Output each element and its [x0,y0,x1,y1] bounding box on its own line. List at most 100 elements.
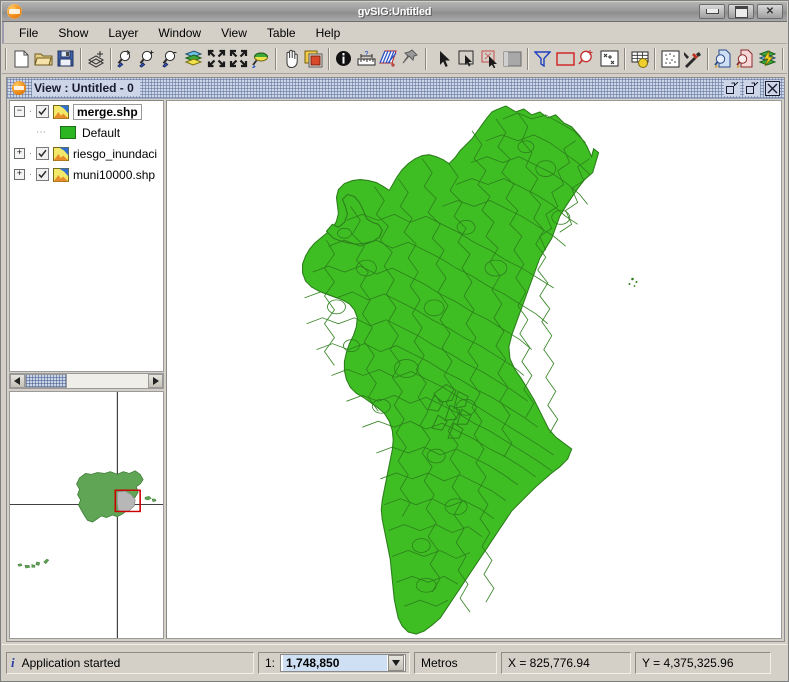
layer-name-merge[interactable]: merge.shp [73,103,142,120]
menu-window[interactable]: Window [149,24,210,42]
pan-hand-icon[interactable] [280,47,302,71]
menu-show[interactable]: Show [49,24,97,42]
zoom-layer-icon[interactable] [250,47,272,71]
os-title-bar: gvSIG:Untitled ✕ [2,2,787,22]
shapefile-layer-icon [53,104,69,119]
attribute-table-icon[interactable] [629,47,651,71]
maximize-button[interactable] [744,80,760,96]
zoom-to-selection-in-icon[interactable] [205,47,227,71]
info-icon[interactable] [333,47,355,71]
layer-visibility-checkbox-merge[interactable] [36,105,49,118]
scroll-right-arrow-icon[interactable] [148,374,163,388]
expander-riesgo[interactable]: + [14,148,25,159]
toolbar-separator [782,47,785,70]
main-toolbar: ? [2,44,787,74]
toolbar-separator [110,47,113,70]
view-window: View : Untitled - 0 − · merge.shp ⋯ Defa… [6,77,785,642]
add-point-icon[interactable] [599,47,621,71]
chevron-down-icon[interactable] [388,654,404,671]
scale-value[interactable]: 1,748,850 [283,654,387,671]
status-message: Application started [21,655,121,670]
zoom-out-icon[interactable] [160,47,182,71]
expander-merge[interactable]: − [14,106,25,117]
close-button[interactable] [764,80,780,96]
zoom-in-rect-icon[interactable] [115,47,137,71]
tree-connector: · [28,106,34,117]
save-project-icon[interactable] [55,47,77,71]
zoom-previous-icon[interactable] [227,47,249,71]
gvsig-logo-icon [7,4,22,19]
maximize-button[interactable] [728,4,754,19]
map-canvas[interactable] [166,100,782,639]
toc-horizontal-scrollbar[interactable] [9,373,164,389]
layer-properties-icon[interactable] [757,47,779,71]
map-graphic [167,101,781,638]
menu-help[interactable]: Help [307,24,350,42]
zoom-full-extent-icon[interactable] [183,47,205,71]
menu-bar: File Show Layer Window View Table Help [2,22,787,44]
symbology-row-default[interactable]: ⋯ Default [10,122,163,143]
zoom-in-icon[interactable] [138,47,160,71]
svg-text:?: ? [364,51,368,58]
view-window-title-bar[interactable]: View : Untitled - 0 [7,78,784,99]
select-by-point-icon[interactable] [456,47,478,71]
measure-area-icon[interactable] [377,47,399,71]
status-message-cell: i Application started [6,651,254,674]
open-project-icon[interactable] [32,47,54,71]
info-icon: i [11,654,15,670]
scale-combobox[interactable]: 1,748,850 [280,653,406,672]
symbology-label-default: Default [82,125,121,140]
view-window-title: View : Untitled - 0 [32,80,140,96]
scroll-left-arrow-icon[interactable] [10,374,25,388]
map-units-cell: Metros [414,651,497,674]
toolbar-separator [327,47,330,70]
scrollbar-track[interactable] [25,374,148,388]
shapefile-layer-icon [53,146,69,161]
measure-distance-icon[interactable]: ? [355,47,377,71]
close-button[interactable]: ✕ [757,4,783,19]
status-bar: i Application started 1: 1,748,850 Metro… [2,644,787,680]
coordinate-x-cell: X = 825,776.94 [501,651,631,674]
tree-connector: ⋯ [36,127,47,138]
filter-icon[interactable] [532,47,554,71]
layer-row-merge[interactable]: − · merge.shp [10,101,163,122]
select-by-attributes-icon[interactable] [576,47,598,71]
clear-selection-icon[interactable] [501,47,523,71]
scale-cell[interactable]: 1: 1,748,850 [258,651,410,674]
layer-name-muni10000[interactable]: muni10000.shp [73,168,155,182]
layer-row-riesgo[interactable]: + · riesgo_inundaci [10,143,163,164]
layer-tree[interactable]: − · merge.shp ⋯ Default + · riesgo_inund… [9,100,164,372]
toolbar-separator [623,47,626,70]
pin-annotation-icon[interactable] [400,47,422,71]
menu-view[interactable]: View [212,24,256,42]
layer-visibility-checkbox-riesgo[interactable] [36,147,49,160]
add-layer-icon[interactable] [85,47,107,71]
locator-setup-icon[interactable] [302,47,324,71]
view-window-body: − · merge.shp ⋯ Default + · riesgo_inund… [7,99,784,641]
coordinate-y-cell: Y = 4,375,325.96 [635,651,771,674]
scrollbar-thumb[interactable] [25,374,67,388]
select-pointer-icon[interactable] [434,47,456,71]
layer-visibility-checkbox-muni10000[interactable] [36,168,49,181]
gvsig-view-icon [12,81,26,95]
toolbar-separator [654,47,657,70]
symbol-swatch-default[interactable] [60,126,76,139]
expander-muni10000[interactable]: + [14,169,25,180]
statistics-icon[interactable] [659,47,681,71]
new-project-icon[interactable] [10,47,32,71]
layer-row-muni10000[interactable]: + · muni10000.shp [10,164,163,185]
menu-file[interactable]: File [10,24,47,42]
layer-name-riesgo[interactable]: riesgo_inundaci [73,147,157,161]
locator-overview-map[interactable] [9,391,164,639]
menu-table[interactable]: Table [258,24,305,42]
tree-connector: · [28,169,34,180]
select-by-rectangle-icon[interactable] [554,47,576,71]
geoprocessing-tools-icon[interactable] [682,47,704,71]
restore-button[interactable] [724,80,740,96]
menu-layer[interactable]: Layer [99,24,147,42]
search-blue-doc-icon[interactable] [712,47,734,71]
tree-connector: · [28,148,34,159]
select-by-polygon-icon[interactable] [479,47,501,71]
search-red-doc-icon[interactable] [734,47,756,71]
minimize-button[interactable] [699,4,725,19]
